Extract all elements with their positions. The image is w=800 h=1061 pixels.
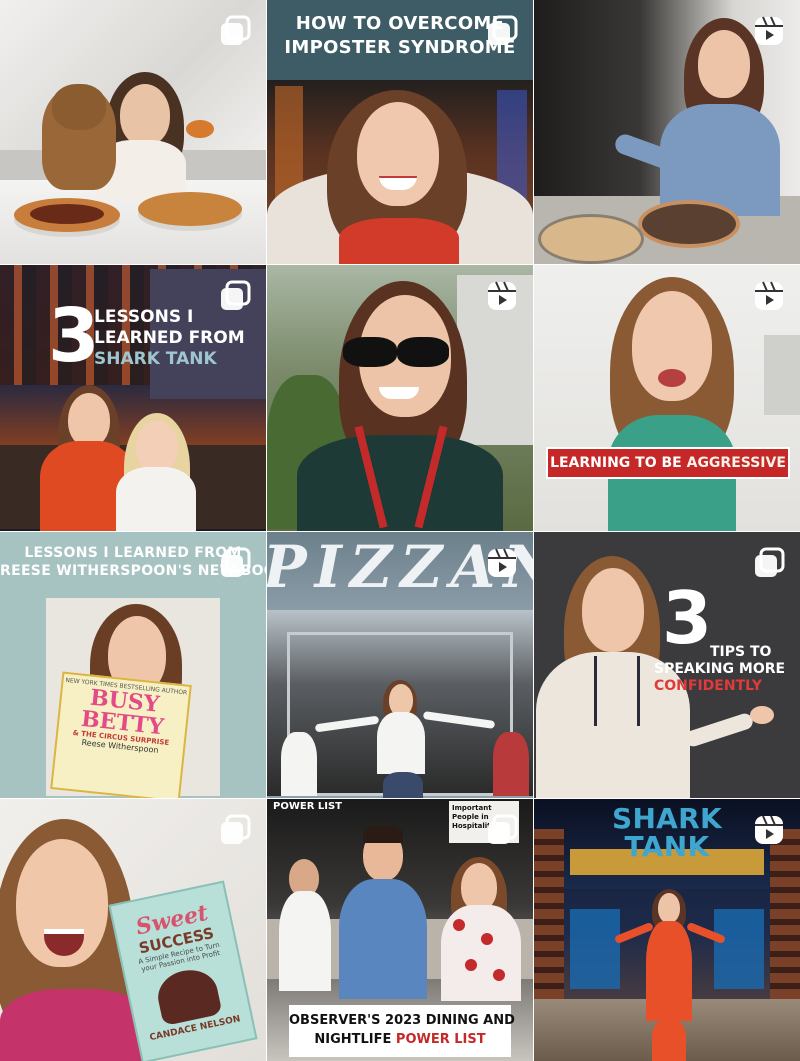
carousel-icon [218,813,252,847]
caption-banner: LEARNING TO BE AGGRESSIVE [546,447,790,479]
woman-face [120,84,170,146]
post-tile-12[interactable]: SHARK TANK [534,799,800,1061]
denim-shirt [660,104,780,216]
woman-face [658,893,680,923]
post-tile-11[interactable]: POWER LIST Important People in Hospitali… [267,799,533,1061]
fruit-bowl [186,120,214,138]
aquarium-left [570,909,620,989]
post-tile-1[interactable] [0,0,266,264]
carousel-icon [485,813,519,847]
carousel-icon [218,546,252,580]
woman-face [357,102,439,206]
person-right [493,732,529,796]
magazine-header: POWER LIST [273,801,342,812]
reels-icon [485,546,519,580]
caption-box: OBSERVER'S 2023 DINING AND NIGHTLIFE POW… [289,1005,515,1057]
post-tile-9[interactable]: 3 TIPS TO SPEAKING MORE CONFIDENTLY [534,532,800,798]
cupcake-image [153,964,223,1027]
man-hair [363,825,403,843]
chef-coat [279,891,331,991]
red-top [339,218,459,264]
woman2-white-outfit [116,467,196,531]
floral-print [453,919,465,931]
smile [379,387,419,399]
red-pants [652,1019,686,1061]
post-caption: LESSONS I LEARNED FROM SHARK TANK [94,307,245,369]
extended-arm [683,711,755,749]
post-tile-6[interactable]: LEARNING TO BE AGGRESSIVE [534,265,800,531]
reels-icon [752,14,786,48]
post-tile-5[interactable] [267,265,533,531]
post-tile-2[interactable]: HOW TO OVERCOME IMPOSTER SYNDROME [267,0,533,264]
vest-trim [594,656,640,726]
pink-sweater [0,989,150,1061]
woman1-face [68,393,110,447]
dog-head [52,84,106,130]
carousel-icon [485,14,519,48]
carousel-icon [752,546,786,580]
carousel-icon [218,14,252,48]
pie-right [138,192,242,226]
reels-icon [485,279,519,313]
post-tile-10[interactable]: Sweet SUCCESS A Simple Recipe to Turn yo… [0,799,266,1061]
sunglasses-left [343,337,397,367]
post-caption: TIPS TO SPEAKING MORE CONFIDENTLY [654,644,786,694]
post-tile-4[interactable]: 3 LESSONS I LEARNED FROM SHARK TANK [0,265,266,531]
post-tile-7[interactable]: LESSONS I LEARNED FROM REESE WITHERSPOON… [0,532,266,798]
sunglasses-right [397,337,449,367]
reels-icon [752,813,786,847]
blue-shirt [339,879,427,999]
profile-post-grid: HOW TO OVERCOME IMPOSTER SYNDROME 3 LESS… [0,0,800,1061]
woman-face [698,30,750,98]
person-left [281,732,317,796]
carousel-icon [218,279,252,313]
pie-left-filling [30,204,104,224]
pizza [638,200,740,248]
woman2-face [136,421,178,473]
faucet [764,335,800,415]
white-shirt [377,712,425,774]
woman-face [461,863,497,911]
aquarium-right [714,909,764,989]
red-suit [646,921,692,1021]
pizza-2 [538,214,644,264]
floral-blouse [441,905,521,1001]
post-tile-8[interactable]: PIZZAN [267,532,533,798]
reels-icon [752,279,786,313]
jeans [383,772,423,798]
green-sweater [297,435,503,531]
big-number: 3 [48,293,100,379]
post-tile-3[interactable] [534,0,800,264]
book-cover: NEW YORK TIMES BESTSELLING AUTHOR BUSY B… [50,671,192,798]
open-mouth [658,369,686,387]
woman-face [582,568,644,652]
hand [750,706,774,724]
